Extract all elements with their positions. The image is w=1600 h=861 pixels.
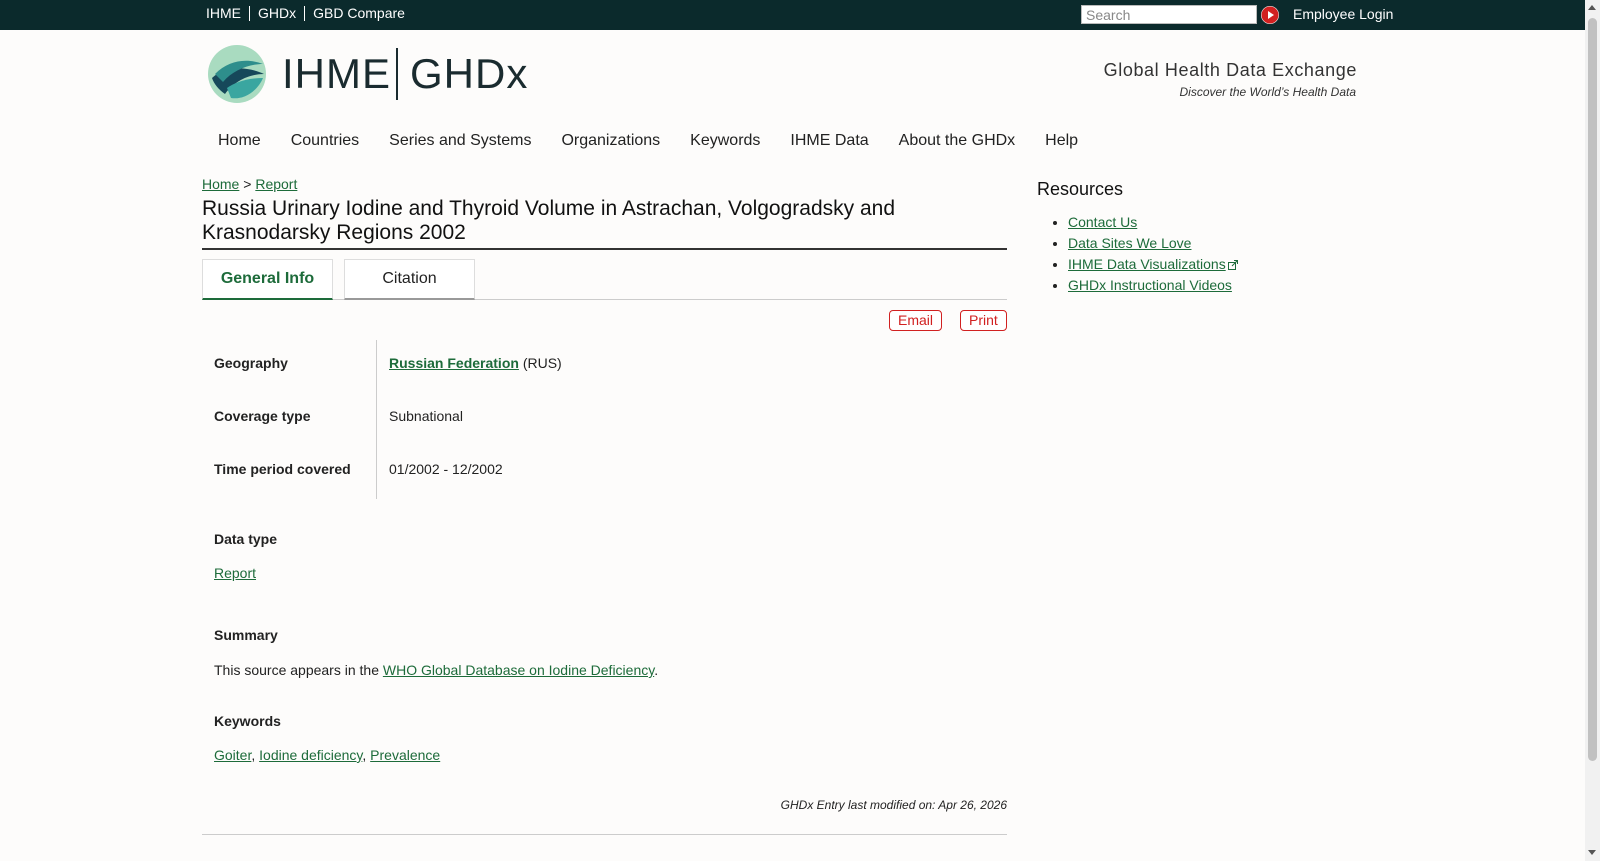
page-title: Russia Urinary Iodine and Thyroid Volume… bbox=[202, 197, 1007, 250]
top-bar: IHME GHDx GBD Compare Employee Login bbox=[0, 0, 1585, 30]
scroll-thumb[interactable] bbox=[1588, 18, 1597, 761]
breadcrumb-report-link[interactable]: Report bbox=[255, 176, 297, 192]
top-link-ghdx[interactable]: GHDx bbox=[249, 6, 304, 21]
info-row-geography: Geography Russian Federation (RUS) bbox=[202, 340, 1007, 393]
page-scrollbar[interactable] bbox=[1585, 0, 1600, 861]
ihme-logo-icon[interactable] bbox=[207, 44, 267, 109]
geography-link[interactable]: Russian Federation bbox=[389, 355, 519, 371]
scroll-down-arrow-icon[interactable] bbox=[1588, 850, 1596, 855]
geography-label: Geography bbox=[214, 355, 288, 371]
keywords-list: Goiter, Iodine deficiency, Prevalence bbox=[214, 747, 441, 763]
keyword-goiter[interactable]: Goiter bbox=[214, 747, 251, 763]
main-nav: Home Countries Series and Systems Organi… bbox=[203, 132, 1093, 150]
tab-bar: General Info Citation bbox=[202, 259, 1007, 300]
nav-keywords[interactable]: Keywords bbox=[675, 132, 775, 150]
site-tagline: Global Health Data Exchange bbox=[1103, 60, 1357, 80]
resource-item: IHME Data Visualizations bbox=[1068, 256, 1238, 277]
summary-prefix: This source appears in the bbox=[214, 662, 383, 678]
nav-ihme-data[interactable]: IHME Data bbox=[775, 132, 883, 150]
resource-contact-us[interactable]: Contact Us bbox=[1068, 214, 1137, 230]
time-period-label: Time period covered bbox=[214, 461, 351, 477]
tab-general-info[interactable]: General Info bbox=[202, 259, 333, 300]
last-modified: GHDx Entry last modified on: Apr 26, 202… bbox=[780, 798, 1007, 812]
resource-item: Contact Us bbox=[1068, 214, 1238, 235]
logo-divider bbox=[396, 48, 398, 100]
data-type-label: Data type bbox=[214, 531, 278, 547]
search-input[interactable] bbox=[1081, 5, 1257, 24]
summary-suffix: . bbox=[654, 662, 659, 678]
info-row-time-period: Time period covered 01/2002 - 12/2002 bbox=[202, 446, 1007, 499]
play-arrow-icon bbox=[1261, 6, 1279, 24]
resources-title: Resources bbox=[1037, 179, 1124, 199]
search-submit-button[interactable] bbox=[1261, 6, 1279, 24]
nav-countries[interactable]: Countries bbox=[276, 132, 374, 150]
top-link-ihme[interactable]: IHME bbox=[201, 6, 249, 21]
data-type-value: Report bbox=[214, 565, 256, 581]
summary-label: Summary bbox=[214, 627, 278, 643]
info-table: Geography Russian Federation (RUS) Cover… bbox=[202, 340, 1007, 499]
logo-ihme-text[interactable]: IHME bbox=[282, 50, 391, 98]
print-button[interactable]: Print bbox=[960, 310, 1007, 331]
external-link-icon bbox=[1227, 260, 1238, 271]
site-subtagline: Discover the World’s Health Data bbox=[1179, 85, 1356, 99]
breadcrumb-separator: > bbox=[243, 176, 252, 192]
nav-home[interactable]: Home bbox=[203, 132, 276, 150]
top-links: IHME GHDx GBD Compare bbox=[201, 6, 413, 21]
resource-ghdx-instructional-videos[interactable]: GHDx Instructional Videos bbox=[1068, 277, 1232, 293]
logo-ghdx-text[interactable]: GHDx bbox=[410, 50, 528, 98]
nav-series-and-systems[interactable]: Series and Systems bbox=[374, 132, 546, 150]
summary-text: This source appears in the WHO Global Da… bbox=[214, 662, 658, 678]
keywords-label: Keywords bbox=[214, 713, 281, 729]
time-period-value: 01/2002 - 12/2002 bbox=[389, 461, 503, 477]
summary-who-link[interactable]: WHO Global Database on Iodine Deficiency bbox=[383, 662, 654, 678]
breadcrumb-home-link[interactable]: Home bbox=[202, 176, 239, 192]
top-link-gbd-compare[interactable]: GBD Compare bbox=[304, 6, 413, 21]
nav-about-the-ghdx[interactable]: About the GHDx bbox=[884, 132, 1031, 150]
coverage-type-value: Subnational bbox=[389, 408, 463, 424]
email-button[interactable]: Email bbox=[889, 310, 943, 331]
geography-code: (RUS) bbox=[522, 355, 562, 371]
tab-citation[interactable]: Citation bbox=[344, 259, 475, 300]
keyword-iodine-deficiency[interactable]: Iodine deficiency bbox=[259, 747, 362, 763]
keyword-prevalence[interactable]: Prevalence bbox=[370, 747, 440, 763]
resource-item: GHDx Instructional Videos bbox=[1068, 277, 1238, 298]
geography-value: Russian Federation (RUS) bbox=[389, 355, 562, 371]
employee-login-link[interactable]: Employee Login bbox=[1293, 6, 1393, 22]
nav-help[interactable]: Help bbox=[1030, 132, 1093, 150]
resources-list: Contact Us Data Sites We Love IHME Data … bbox=[1052, 214, 1238, 298]
resource-item: Data Sites We Love bbox=[1068, 235, 1238, 256]
resource-ihme-data-visualizations[interactable]: IHME Data Visualizations bbox=[1068, 256, 1226, 272]
scroll-up-arrow-icon[interactable] bbox=[1588, 5, 1596, 10]
coverage-type-label: Coverage type bbox=[214, 408, 311, 424]
content-bottom-divider bbox=[202, 834, 1007, 835]
info-row-coverage: Coverage type Subnational bbox=[202, 393, 1007, 446]
data-type-link[interactable]: Report bbox=[214, 565, 256, 581]
resource-data-sites-we-love[interactable]: Data Sites We Love bbox=[1068, 235, 1191, 251]
nav-organizations[interactable]: Organizations bbox=[546, 132, 675, 150]
breadcrumb: Home > Report bbox=[202, 176, 297, 192]
